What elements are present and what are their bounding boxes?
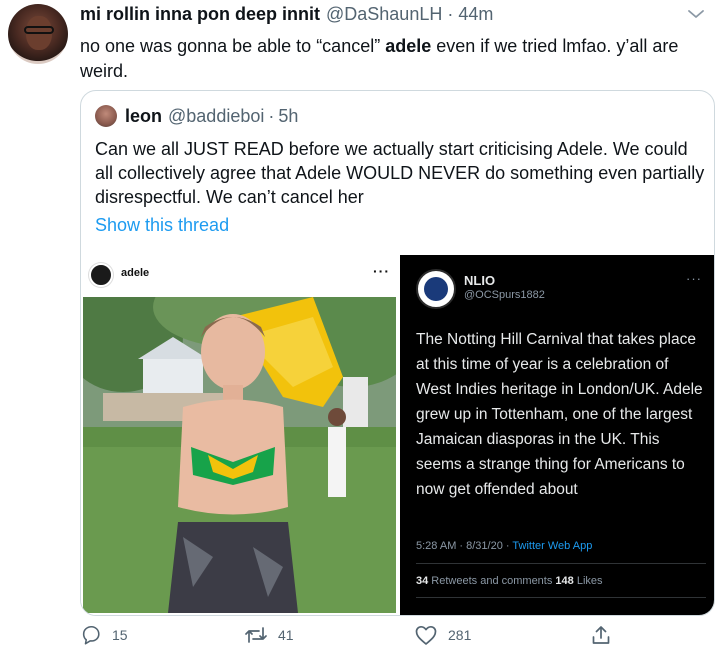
- nlio-more-icon: ···: [686, 271, 702, 286]
- nlio-stats: 34 Retweets and comments 148 Likes: [416, 575, 603, 587]
- retweet-icon: [245, 627, 267, 643]
- instagram-screenshot[interactable]: adele ···: [81, 255, 398, 615]
- quote-avatar: [95, 105, 117, 127]
- reply-icon: [82, 625, 100, 645]
- nlio-avatar: [416, 269, 456, 309]
- like-icon: [415, 625, 437, 645]
- avatar-glasses: [24, 26, 54, 34]
- retweet-count: 41: [278, 627, 294, 643]
- nlio-meta: 5:28 AM · 8/31/20 · Twitter Web App: [416, 540, 592, 552]
- quote-display-name: leon: [125, 105, 163, 126]
- like-button[interactable]: 281: [414, 624, 471, 646]
- quote-timestamp: 5h: [278, 105, 299, 126]
- quote-separator: ·: [268, 105, 275, 126]
- header-separator: ·: [447, 4, 454, 24]
- instagram-avatar: [89, 263, 113, 287]
- quoted-tweet[interactable]: leon @baddieboi · 5h Can we all JUST REA…: [80, 90, 715, 616]
- share-button[interactable]: [590, 624, 622, 646]
- tweet-actions: 15 41 281: [80, 624, 620, 648]
- photo-illustration: [83, 297, 396, 613]
- nlio-likes-label: Likes: [573, 575, 603, 587]
- nlio-likes-count: 148: [555, 575, 574, 587]
- author-display-name[interactable]: mi rollin inna pon deep innit: [80, 4, 320, 25]
- quote-header: leon @baddieboi · 5h: [95, 105, 298, 127]
- nlio-timestamp: 5:28 AM · 8/31/20 ·: [416, 540, 513, 552]
- tweet-screenshot[interactable]: NLIO @OCSpurs1882 ··· The Notting Hill C…: [400, 255, 714, 615]
- nlio-handle: @OCSpurs1882: [464, 289, 545, 301]
- nlio-divider: [416, 563, 706, 564]
- tweet-timestamp[interactable]: 44m: [458, 4, 493, 25]
- author-avatar[interactable]: [8, 4, 68, 64]
- author-handle[interactable]: @DaShaunLH: [326, 4, 442, 25]
- nlio-source: Twitter Web App: [512, 540, 593, 552]
- reply-button[interactable]: 15: [80, 624, 128, 646]
- nlio-retweets-count: 34: [416, 575, 429, 587]
- like-count: 281: [448, 627, 472, 643]
- tweet[interactable]: mi rollin inna pon deep innit @DaShaunLH…: [0, 0, 715, 648]
- nlio-text: The Notting Hill Carnival that takes pla…: [416, 331, 703, 498]
- reply-count: 15: [112, 627, 128, 643]
- nlio-avatar-crest: [424, 277, 448, 301]
- instagram-username: adele: [121, 267, 150, 279]
- instagram-more-icon: ···: [373, 263, 390, 279]
- quote-text: Can we all JUST READ before we actually …: [95, 139, 705, 207]
- tweet-text-part-1: no one was gonna be able to “cancel”: [80, 36, 386, 56]
- retweet-button[interactable]: 41: [244, 624, 294, 646]
- tweet-text-bold: adele: [385, 36, 432, 56]
- show-thread-link[interactable]: Show this thread: [95, 215, 229, 236]
- quote-media[interactable]: adele ··· NLIO @OCSpurs1882 ··· The Nott…: [81, 255, 714, 615]
- share-icon: [592, 626, 610, 644]
- more-icon: [688, 10, 704, 18]
- quote-handle: @baddieboi: [168, 105, 265, 126]
- more-button[interactable]: [684, 4, 708, 24]
- tweet-header: mi rollin inna pon deep innit @DaShaunLH…: [80, 4, 493, 28]
- photo: [83, 297, 396, 613]
- nlio-retweets-label: Retweets and comments: [428, 575, 556, 587]
- instagram-header: adele ···: [81, 255, 398, 297]
- nlio-name: NLIO: [464, 273, 496, 288]
- nlio-divider-bottom: [416, 597, 706, 598]
- tweet-text: no one was gonna be able to “cancel” ade…: [80, 34, 710, 84]
